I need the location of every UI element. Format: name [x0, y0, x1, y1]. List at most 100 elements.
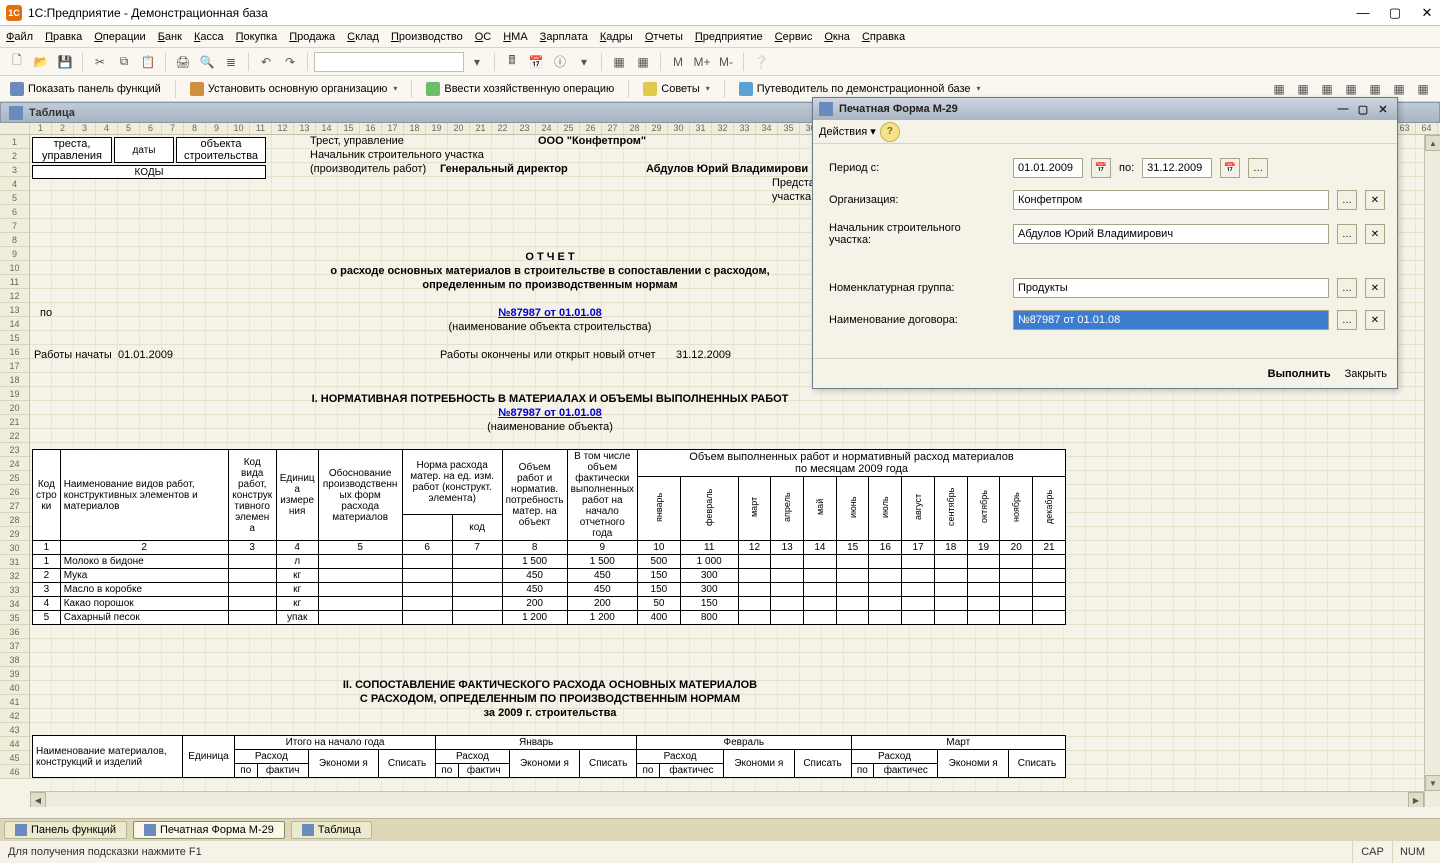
date-from-picker-icon[interactable]: 📅 — [1091, 158, 1111, 178]
filter2-icon[interactable]: ▦ — [632, 51, 654, 73]
contract-clear-icon[interactable]: ✕ — [1365, 310, 1385, 330]
contract-input[interactable]: №87987 от 01.01.08 — [1013, 310, 1329, 330]
oper-icon — [426, 82, 440, 96]
dialog-titlebar[interactable]: Печатная Форма М-29 — ▢ ✕ — [813, 98, 1397, 120]
titlebar: 1C 1С:Предприятие - Демонстрационная баз… — [0, 0, 1440, 26]
search-dd-icon[interactable]: ▾ — [466, 51, 488, 73]
group-input[interactable]: Продукты — [1013, 278, 1329, 298]
enter-oper-button[interactable]: Ввести хозяйственную операцию — [422, 78, 618, 100]
scroll-down-icon[interactable]: ▼ — [1425, 775, 1440, 791]
print-icon[interactable]: 🖨 — [172, 51, 194, 73]
close-button[interactable]: ✕ — [1420, 6, 1434, 20]
m-icon[interactable]: M — [667, 51, 689, 73]
close-dialog-button[interactable]: Закрыть — [1345, 368, 1387, 380]
scroll-right-icon[interactable]: ▶ — [1408, 792, 1424, 807]
m-plus-icon[interactable]: M+ — [691, 51, 713, 73]
info-icon[interactable]: ⓘ — [549, 51, 571, 73]
r7-icon[interactable]: ▦ — [1412, 78, 1434, 100]
section1-obj: (наименование объекта) — [30, 421, 1070, 433]
group-pick-icon[interactable]: … — [1337, 278, 1357, 298]
open-icon[interactable]: 📂 — [30, 51, 52, 73]
menu-purchase[interactable]: Покупка — [236, 31, 278, 43]
preview-icon[interactable]: 🔍 — [196, 51, 218, 73]
show-panel-button[interactable]: Показать панель функций — [6, 78, 165, 100]
compare-icon[interactable]: ≣ — [220, 51, 242, 73]
section1-contract[interactable]: №87987 от 01.01.08 — [30, 407, 1070, 419]
chief-input[interactable]: Абдулов Юрий Владимирович — [1013, 224, 1329, 244]
new-icon[interactable]: 🗋 — [6, 51, 28, 73]
menu-file[interactable]: Файл — [6, 31, 33, 43]
filter1-icon[interactable]: ▦ — [608, 51, 630, 73]
calc-icon[interactable]: 🖩 — [501, 51, 523, 73]
save-icon[interactable]: 💾 — [54, 51, 76, 73]
menu-os[interactable]: ОС — [475, 31, 492, 43]
menu-sale[interactable]: Продажа — [289, 31, 335, 43]
m29-tab-icon — [144, 824, 156, 836]
search-input[interactable] — [314, 52, 464, 72]
paste-icon[interactable]: 📋 — [137, 51, 159, 73]
section2-period: за 2009 г. строительства — [30, 707, 1070, 719]
section1-table: Код стро ки Наименование видов работ, ко… — [32, 449, 1066, 625]
copy-icon[interactable]: ⧉ — [113, 51, 135, 73]
chief-pick-icon[interactable]: … — [1337, 224, 1357, 244]
menu-help[interactable]: Справка — [862, 31, 905, 43]
contract-pick-icon[interactable]: … — [1337, 310, 1357, 330]
help-icon[interactable]: ❔ — [750, 51, 772, 73]
section2-sub: С РАСХОДОМ, ОПРЕДЕЛЕННЫМ ПО ПРОИЗВОДСТВЕ… — [30, 693, 1070, 705]
period-select-icon[interactable]: … — [1248, 158, 1268, 178]
dialog-help-icon[interactable]: ? — [880, 122, 900, 142]
dialog-actions-menu[interactable]: Действия ▾ — [819, 125, 876, 138]
menu-warehouse[interactable]: Склад — [347, 31, 379, 43]
taskbar-m29[interactable]: Печатная Форма М-29 — [133, 821, 285, 839]
tips-button[interactable]: Советы▾ — [639, 78, 714, 100]
redo-icon[interactable]: ↷ — [279, 51, 301, 73]
m-minus-icon[interactable]: M- — [715, 51, 737, 73]
menu-reports[interactable]: Отчеты — [645, 31, 683, 43]
maximize-button[interactable]: ▢ — [1388, 6, 1402, 20]
menu-edit[interactable]: Правка — [45, 31, 82, 43]
set-org-button[interactable]: Установить основную организацию▾ — [186, 78, 402, 100]
dialog-min-icon[interactable]: — — [1335, 102, 1351, 116]
group-clear-icon[interactable]: ✕ — [1365, 278, 1385, 298]
scrollbar-horizontal[interactable]: ◀ ▶ — [30, 791, 1424, 807]
execute-button[interactable]: Выполнить — [1268, 368, 1331, 380]
calendar-icon[interactable]: 📅 — [525, 51, 547, 73]
minimize-button[interactable]: — — [1356, 6, 1370, 20]
taskbar-panel[interactable]: Панель функций — [4, 821, 127, 839]
org-clear-icon[interactable]: ✕ — [1365, 190, 1385, 210]
row-headers[interactable]: 1234567891011121314151617181920212223242… — [0, 135, 30, 779]
menu-enterprise[interactable]: Предприятие — [695, 31, 763, 43]
cut-icon[interactable]: ✂ — [89, 51, 111, 73]
dialog-m29: Печатная Форма М-29 — ▢ ✕ Действия ▾ ? П… — [812, 97, 1398, 389]
dropdown-icon[interactable]: ▾ — [573, 51, 595, 73]
scroll-left-icon[interactable]: ◀ — [30, 792, 46, 807]
chief-clear-icon[interactable]: ✕ — [1365, 224, 1385, 244]
row-period: Период с: 01.01.2009 📅 по: 31.12.2009 📅 … — [829, 158, 1385, 178]
org-input[interactable]: Конфетпром — [1013, 190, 1329, 210]
scrollbar-vertical[interactable]: ▲ ▼ — [1424, 135, 1440, 807]
menu-production[interactable]: Производство — [391, 31, 463, 43]
undo-icon[interactable]: ↶ — [255, 51, 277, 73]
menu-bank[interactable]: Банк — [158, 31, 182, 43]
date-to-picker-icon[interactable]: 📅 — [1220, 158, 1240, 178]
menu-windows[interactable]: Окна — [824, 31, 850, 43]
dialog-close-icon[interactable]: ✕ — [1375, 102, 1391, 116]
date-to-input[interactable]: 31.12.2009 — [1142, 158, 1212, 178]
menu-service[interactable]: Сервис — [775, 31, 813, 43]
status-cap: CAP — [1352, 841, 1392, 863]
header-mini-table: треста,управления даты объектастроительс… — [30, 135, 268, 181]
menu-salary[interactable]: Зарплата — [540, 31, 588, 43]
menu-hr[interactable]: Кадры — [600, 31, 633, 43]
scroll-up-icon[interactable]: ▲ — [1425, 135, 1440, 151]
menu-nma[interactable]: НМА — [503, 31, 527, 43]
dialog-title: Печатная Форма М-29 — [839, 103, 958, 115]
taskbar-table[interactable]: Таблица — [291, 821, 372, 839]
dialog-max-icon[interactable]: ▢ — [1355, 102, 1371, 116]
org-label: Организация: — [829, 194, 1005, 206]
menu-operations[interactable]: Операции — [94, 31, 145, 43]
contract-label: Наименование договора: — [829, 314, 1005, 326]
menu-cash[interactable]: Касса — [194, 31, 224, 43]
org-pick-icon[interactable]: … — [1337, 190, 1357, 210]
section1-title: I. НОРМАТИВНАЯ ПОТРЕБНОСТЬ В МАТЕРИАЛАХ … — [30, 393, 1070, 405]
date-from-input[interactable]: 01.01.2009 — [1013, 158, 1083, 178]
